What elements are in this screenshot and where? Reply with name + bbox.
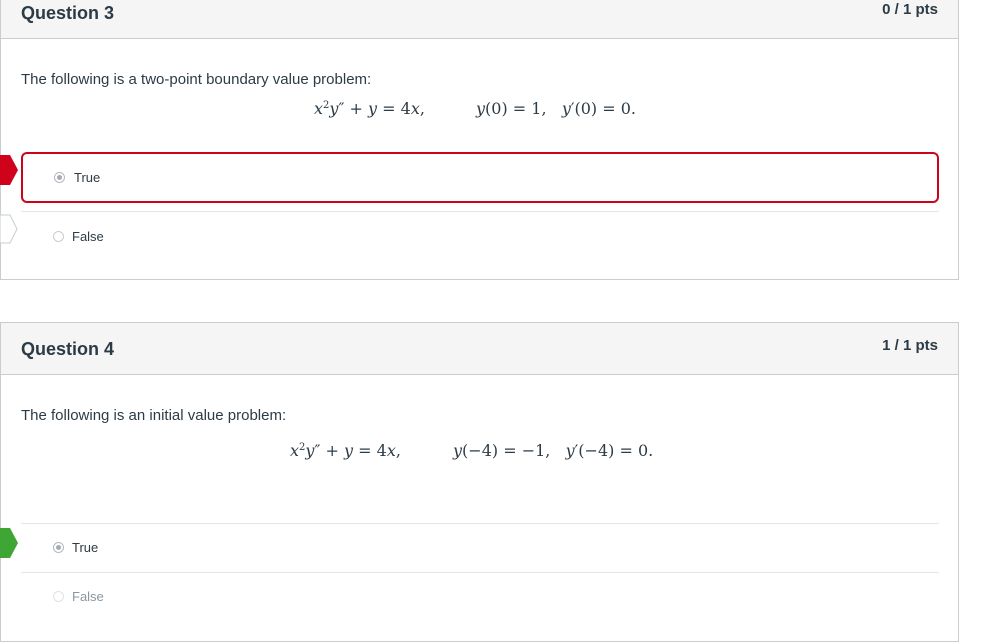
- correct-answer-outline-marker-icon: [0, 214, 18, 244]
- question-3-card: Question 3 0 / 1 pts The following is a …: [0, 0, 959, 280]
- boundary-conditions: y(0) = 1, y′(0) = 0.: [476, 99, 636, 118]
- radio-button[interactable]: [53, 591, 64, 602]
- answer-label: True: [72, 540, 99, 555]
- question-prompt: The following is a two-point boundary va…: [21, 71, 372, 88]
- differential-equation: x2y″ + y = 4x,: [290, 441, 401, 460]
- question-header: Question 3 0 / 1 pts: [1, 0, 958, 39]
- question-prompt: The following is an initial value proble…: [21, 407, 287, 424]
- question-4-card: Question 4 1 / 1 pts The following is an…: [0, 322, 959, 642]
- question-points: 0 / 1 pts: [882, 1, 938, 18]
- answer-label: False: [72, 229, 104, 244]
- answer-option-false[interactable]: False: [21, 211, 939, 263]
- answer-label: True: [74, 170, 101, 185]
- correct-answer-marker-icon: [0, 528, 18, 558]
- answer-option-true[interactable]: True: [21, 523, 939, 572]
- question-points: 1 / 1 pts: [882, 337, 938, 354]
- question-title: Question 3: [21, 3, 115, 23]
- differential-equation: x2y″ + y = 4x,: [314, 99, 425, 118]
- radio-button[interactable]: [53, 542, 64, 553]
- initial-conditions: y(−4) = −1, y′(−4) = 0.: [453, 441, 654, 460]
- answer-option-false[interactable]: False: [21, 572, 939, 624]
- question-title: Question 4: [21, 339, 115, 359]
- answer-label: False: [72, 589, 104, 604]
- answer-option-true[interactable]: True: [21, 152, 939, 203]
- radio-button[interactable]: [53, 231, 64, 242]
- question-header: Question 4 1 / 1 pts: [1, 323, 958, 375]
- radio-button[interactable]: [54, 172, 65, 183]
- incorrect-answer-marker-icon: [0, 155, 18, 185]
